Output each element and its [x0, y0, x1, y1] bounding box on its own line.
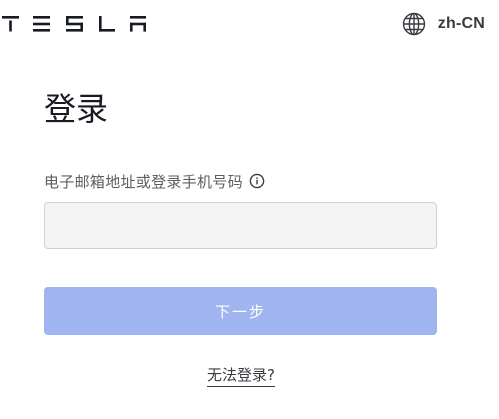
email-label-row: 电子邮箱地址或登录手机号码	[44, 170, 265, 192]
cant-login-link[interactable]: 无法登录?	[207, 366, 275, 387]
tesla-wordmark-icon	[2, 16, 146, 32]
tesla-logo[interactable]	[2, 15, 147, 33]
cant-login-container: 无法登录?	[0, 364, 482, 387]
email-field-label: 电子邮箱地址或登录手机号码	[44, 172, 243, 191]
info-icon[interactable]	[249, 173, 265, 189]
header: zh-CN	[0, 0, 499, 48]
language-label: zh-CN	[437, 15, 485, 32]
email-field[interactable]	[44, 202, 437, 249]
page-title: 登录	[44, 90, 109, 128]
next-button[interactable]: 下一步	[44, 287, 437, 335]
globe-icon	[402, 12, 426, 36]
language-switcher[interactable]: zh-CN	[402, 11, 485, 37]
